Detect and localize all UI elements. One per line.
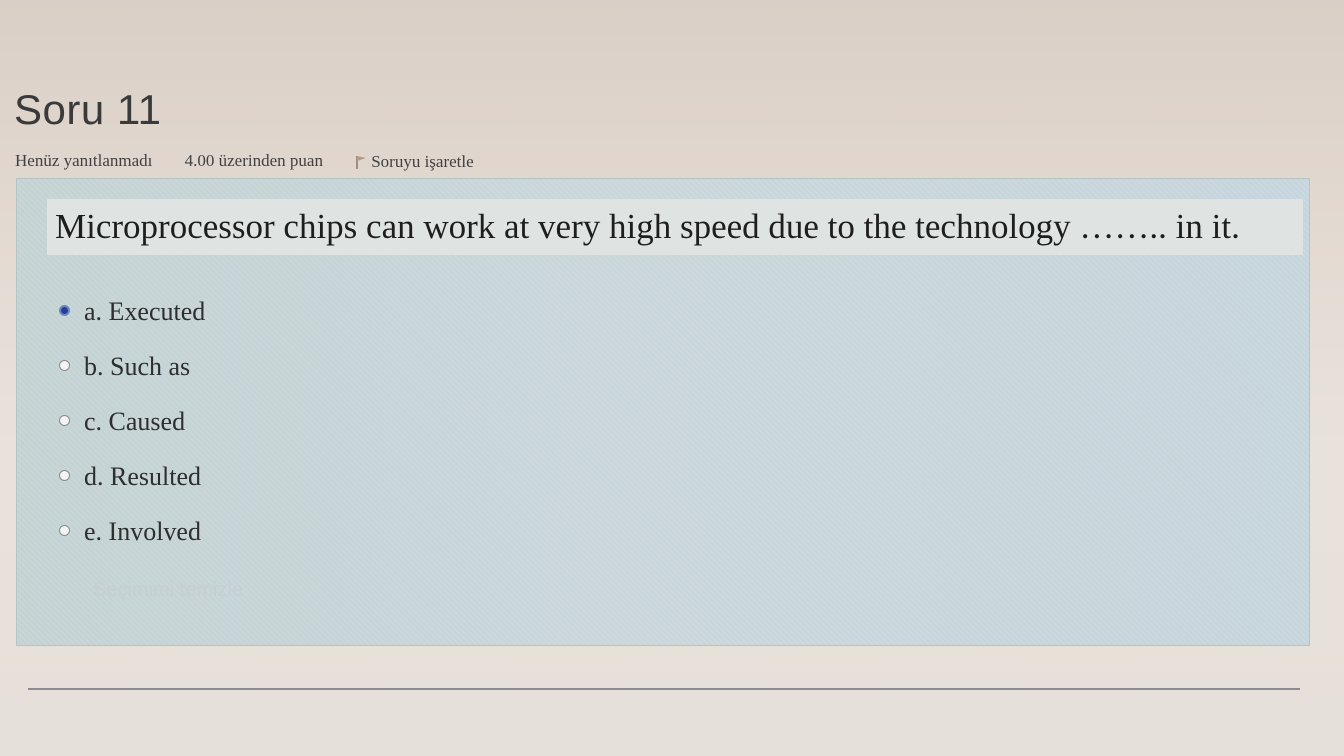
question-title: Soru 11 xyxy=(14,86,162,133)
divider xyxy=(28,688,1300,690)
flag-label: Soruyu işaretle xyxy=(371,151,474,171)
answer-option-b[interactable]: b. Such as xyxy=(59,352,205,407)
question-status: Henüz yanıtlanmadı xyxy=(15,151,153,171)
question-points: 4.00 üzerinden puan xyxy=(184,151,323,171)
flag-question-link[interactable]: Soruyu işaretle xyxy=(355,151,474,172)
answer-option-a[interactable]: a. Executed xyxy=(59,297,205,352)
answer-label: a. Executed xyxy=(84,297,206,326)
question-panel: Microprocessor chips can work at very hi… xyxy=(16,178,1310,646)
answer-list: a. Executed b. Such as c. Caused d. Resu… xyxy=(59,297,205,572)
clear-choice-link[interactable]: Seçimimi temizle xyxy=(93,579,243,602)
radio-c[interactable] xyxy=(59,415,70,426)
radio-e[interactable] xyxy=(59,525,70,536)
radio-d[interactable] xyxy=(59,470,70,481)
radio-a[interactable] xyxy=(59,305,70,316)
answer-label: c. Caused xyxy=(84,407,186,436)
answer-option-c[interactable]: c. Caused xyxy=(59,407,205,462)
question-text: Microprocessor chips can work at very hi… xyxy=(47,199,1303,255)
answer-label: e. Involved xyxy=(84,517,201,546)
radio-b[interactable] xyxy=(59,360,70,371)
answer-option-d[interactable]: d. Resulted xyxy=(59,462,205,517)
answer-option-e[interactable]: e. Involved xyxy=(59,517,205,572)
answer-label: b. Such as xyxy=(84,352,191,381)
question-info: Henüz yanıtlanmadı 4.00 üzerinden puan S… xyxy=(15,150,474,172)
answer-label: d. Resulted xyxy=(84,462,201,491)
flag-icon xyxy=(356,155,367,169)
